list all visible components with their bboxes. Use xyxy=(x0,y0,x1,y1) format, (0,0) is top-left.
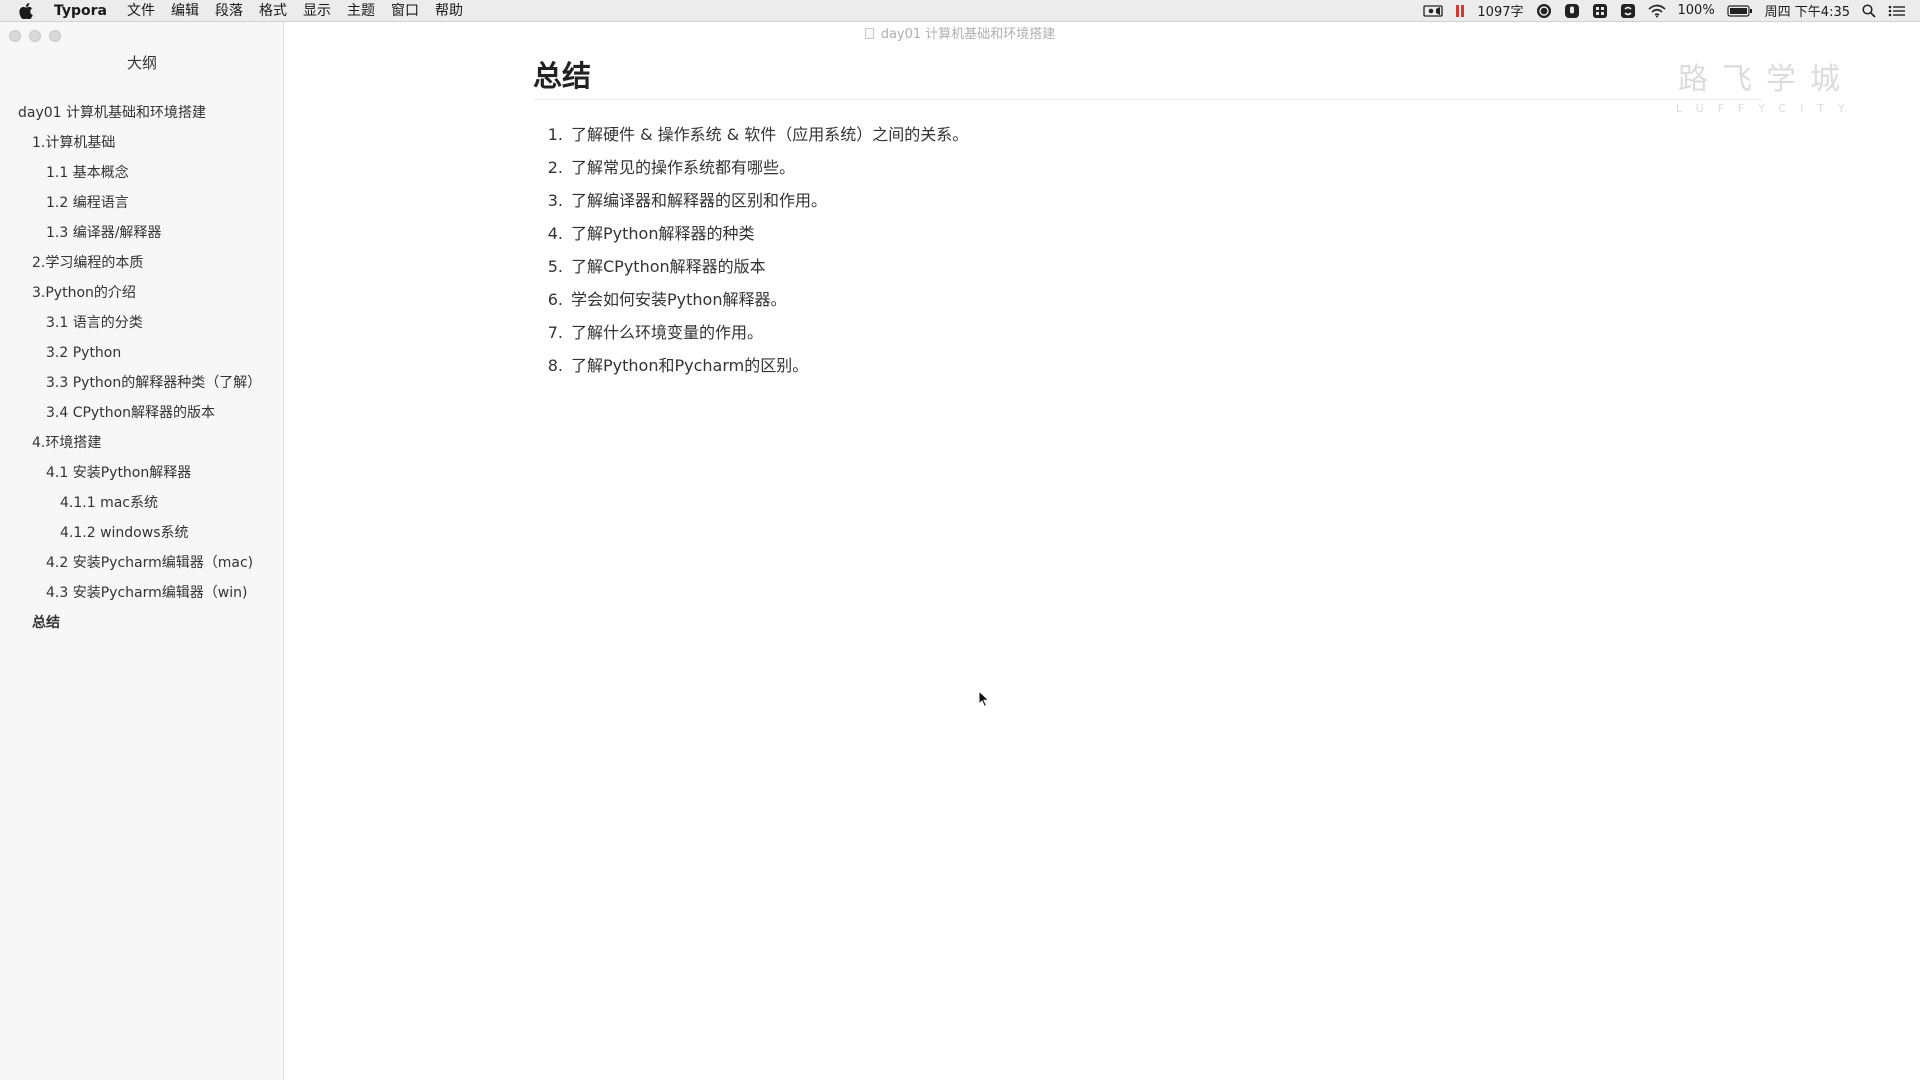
outline-item[interactable]: 3.1 语言的分类 xyxy=(0,308,284,338)
menu-format[interactable]: 格式 xyxy=(251,0,295,22)
outline-item[interactable]: 2.学习编程的本质 xyxy=(0,248,284,278)
list-item-text: 了解CPython解释器的版本 xyxy=(571,257,766,276)
outline-item[interactable]: 3.Python的介绍 xyxy=(0,278,284,308)
outline-list: day01 计算机基础和环境搭建 1.计算机基础 1.1 基本概念 1.2 编程语言 1… xyxy=(0,98,284,638)
list-item[interactable]: 5. 了解CPython解释器的版本 xyxy=(533,250,968,283)
list-item-number: 1. xyxy=(547,125,563,144)
outline-item[interactable]: 3.3 Python的解释器种类（了解） xyxy=(0,368,284,398)
menu-app-name[interactable]: Typora xyxy=(52,0,119,22)
outline-item[interactable]: 4.1.2 windows系统 xyxy=(0,518,284,548)
list-item[interactable]: 1. 了解硬件 & 操作系统 & 软件（应用系统）之间的关系。 xyxy=(533,118,969,151)
screen-record-icon[interactable] xyxy=(1423,4,1444,18)
list-item-text: 了解Python和Pycharm的区别。 xyxy=(571,356,809,375)
outline-item[interactable]: 1.1 基本概念 xyxy=(0,158,284,188)
outline-item[interactable]: 4.1.1 mac系统 xyxy=(0,488,284,518)
list-item-number: 6. xyxy=(547,290,563,309)
spotlight-search-icon[interactable] xyxy=(1862,3,1876,18)
menu-file[interactable]: 文件 xyxy=(119,0,163,22)
list-item-text: 了解硬件 & 操作系统 & 软件（应用系统）之间的关系。 xyxy=(571,125,969,144)
outline-item[interactable]: 4.1 安装Python解释器 xyxy=(0,458,284,488)
menu-view[interactable]: 显示 xyxy=(295,0,339,22)
list-item[interactable]: 8. 了解Python和Pycharm的区别。 xyxy=(533,349,968,382)
list-item-text: 了解常见的操作系统都有哪些。 xyxy=(571,158,796,177)
watermark-en: LUFFYCITY xyxy=(1676,102,1859,115)
page-heading[interactable]: 总结 xyxy=(533,56,1763,100)
list-item-number: 2. xyxy=(547,158,563,177)
outline-item[interactable]: 1.计算机基础 xyxy=(0,128,284,158)
watermark-cn: 路飞学城 xyxy=(1678,62,1854,97)
outline-item[interactable]: 4.环境搭建 xyxy=(0,428,284,458)
outline-item[interactable]: 4.3 安装Pycharm编辑器（win) xyxy=(0,578,284,608)
outline-item[interactable]: 1.3 编译器/解释器 xyxy=(0,218,284,248)
list-item[interactable]: 7. 了解什么环境变量的作用。 xyxy=(533,316,968,349)
list-item[interactable]: 6. 学会如何安装Python解释器。 xyxy=(533,283,968,316)
list-item-text: 学会如何安装Python解释器。 xyxy=(571,290,787,309)
menu-help[interactable]: 帮助 xyxy=(427,0,471,22)
menu-paragraph[interactable]: 段落 xyxy=(207,0,251,22)
editor-area[interactable]: 总结 1. 了解硬件 & 操作系统 & 软件（应用系统）之间的关系。 2. 了解常见的… xyxy=(284,22,1920,1080)
list-item-text: 了解编译器和解释器的区别和作用。 xyxy=(571,191,828,210)
outline-item[interactable]: day01 计算机基础和环境搭建 xyxy=(0,98,284,128)
word-count[interactable]: 1097字 xyxy=(1477,1,1523,20)
list-item-number: 3. xyxy=(547,191,563,210)
notification-center-icon[interactable] xyxy=(1888,4,1906,18)
sync-app-icon[interactable] xyxy=(1620,3,1636,19)
menu-edit[interactable]: 编辑 xyxy=(163,0,207,22)
list-item-number: 8. xyxy=(547,356,563,375)
wifi-icon[interactable] xyxy=(1647,4,1666,18)
outline-item[interactable]: 3.4 CPython解释器的版本 xyxy=(0,398,284,428)
mouse-cursor-icon xyxy=(978,689,990,712)
outline-item[interactable]: 1.2 编程语言 xyxy=(0,188,284,218)
summary-list: 1. 了解硬件 & 操作系统 & 软件（应用系统）之间的关系。 2. 了解常见的操作系… xyxy=(533,118,969,382)
list-item-number: 5. xyxy=(547,257,563,276)
list-item-text: 了解Python解释器的种类 xyxy=(571,224,755,243)
menu-window[interactable]: 窗口 xyxy=(383,0,427,22)
microphone-icon[interactable] xyxy=(1564,3,1580,19)
sidebar-title: 大纲 xyxy=(126,54,157,72)
list-item-number: 7. xyxy=(547,323,563,342)
apple-menu-icon[interactable] xyxy=(0,0,52,22)
menu-theme[interactable]: 主题 xyxy=(339,0,383,22)
outline-item[interactable]: 4.2 安装Pycharm编辑器（mac) xyxy=(0,548,284,578)
menubar-clock[interactable]: 周四 下午4:35 xyxy=(1765,1,1850,20)
outline-item[interactable]: 3.2 Python xyxy=(0,338,284,368)
battery-icon[interactable] xyxy=(1727,4,1753,17)
watermark-logo: 路飞学城 LUFFYCITY xyxy=(1676,62,1856,115)
clock-app-icon[interactable] xyxy=(1536,3,1552,19)
list-item-text: 了解什么环境变量的作用。 xyxy=(571,323,764,342)
menu-bar: Typora 文件 编辑 段落 格式 显示 主题 窗口 帮助 1097字 100… xyxy=(0,0,1920,22)
battery-percentage[interactable]: 100% xyxy=(1678,3,1715,18)
recording-pause-icon[interactable] xyxy=(1455,4,1465,18)
outline-item[interactable]: 总结 xyxy=(0,608,284,638)
list-item-number: 4. xyxy=(547,224,563,243)
list-item[interactable]: 2. 了解常见的操作系统都有哪些。 xyxy=(533,151,968,184)
grid-app-icon[interactable] xyxy=(1592,3,1608,19)
typora-window: 大纲 day01 计算机基础和环境搭建 1.计算机基础 1.1 基本概念 1.2 编程… xyxy=(0,22,1920,1080)
outline-sidebar: 大纲 day01 计算机基础和环境搭建 1.计算机基础 1.1 基本概念 1.2 编程… xyxy=(0,22,284,1080)
list-item[interactable]: 3. 了解编译器和解释器的区别和作用。 xyxy=(533,184,968,217)
list-item[interactable]: 4. 了解Python解释器的种类 xyxy=(533,217,968,250)
